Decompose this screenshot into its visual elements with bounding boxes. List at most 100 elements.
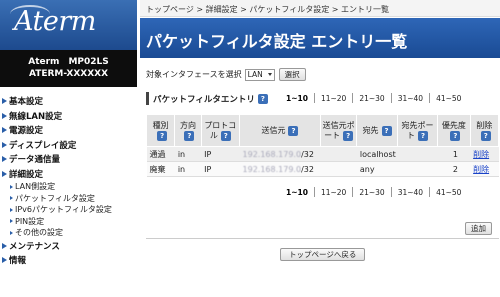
help-icon[interactable]: ? xyxy=(418,130,429,141)
col-header-protocol: プロトコル? xyxy=(200,114,241,147)
pager-link[interactable]: 31~40 xyxy=(390,93,429,103)
table-row: 廃棄 in IP 192.168.179.0/32 any 2 削除 xyxy=(146,161,499,177)
model-name: Aterm MP02LS ATERM-XXXXXX xyxy=(0,50,137,87)
source-address: 192.168.179.0 xyxy=(242,149,302,159)
col-header-destination: 宛先? xyxy=(356,114,398,147)
help-icon[interactable]: ? xyxy=(343,130,354,141)
logo-text: Aterm xyxy=(14,6,96,37)
sidebar-item-maintenance[interactable]: メンテナンス xyxy=(0,239,137,254)
col-header-source-port: 送信元ポート? xyxy=(319,114,358,147)
help-icon[interactable]: ? xyxy=(381,125,392,136)
interface-selector-row: 対象インタフェースを選択 LAN 選択 xyxy=(146,68,306,81)
col-header-destination-port: 宛先ポート? xyxy=(396,114,439,147)
help-icon[interactable]: ? xyxy=(184,130,195,141)
help-icon[interactable]: ? xyxy=(257,93,268,104)
pager-link[interactable]: 21~30 xyxy=(352,187,390,197)
divider xyxy=(146,238,499,239)
help-icon[interactable]: ? xyxy=(288,125,299,136)
pager-link[interactable]: 41~50 xyxy=(429,93,467,103)
cell-source: 192.168.179.0/32 xyxy=(239,146,321,162)
pager-link[interactable]: 41~50 xyxy=(429,187,467,197)
delete-link[interactable]: 削除 xyxy=(473,165,489,174)
sidebar-item-basic[interactable]: 基本設定 xyxy=(0,94,137,109)
sidebar-subitem-other[interactable]: その他の設定 xyxy=(0,227,137,239)
sidebar: Aterm Aterm MP02LS ATERM-XXXXXX 基本設定 無線L… xyxy=(0,0,137,297)
cell-source: 192.168.179.0/32 xyxy=(239,161,321,177)
help-icon[interactable]: ? xyxy=(450,130,461,141)
cell-type: 廃棄 xyxy=(146,161,175,177)
cell-source-port xyxy=(320,161,357,177)
help-icon[interactable]: ? xyxy=(480,130,491,141)
delete-link[interactable]: 削除 xyxy=(473,150,489,159)
pager-link[interactable]: 1~10 xyxy=(280,93,314,103)
logo: Aterm xyxy=(0,0,137,50)
sidebar-subitem-label: IPv6パケットフィルタ設定 xyxy=(15,205,112,215)
chevron-down-icon xyxy=(267,73,272,76)
arrow-right-icon xyxy=(2,141,7,148)
col-header-priority: 優先度? xyxy=(437,114,471,147)
table-header-row: 種別? 方向? プロトコル? 送信元? 送信元ポート? 宛先? 宛先ポート? 優… xyxy=(145,114,500,147)
col-header-delete: 削除? xyxy=(469,114,500,147)
help-icon[interactable]: ? xyxy=(220,130,231,141)
source-address: 192.168.179.0 xyxy=(242,164,302,174)
sidebar-item-power[interactable]: 電源設定 xyxy=(0,123,137,138)
source-mask: /32 xyxy=(301,164,314,174)
sidebar-item-display[interactable]: ディスプレイ設定 xyxy=(0,138,137,153)
sidebar-item-label: ディスプレイ設定 xyxy=(9,140,77,151)
col-header-source: 送信元? xyxy=(239,114,321,147)
pager-link[interactable]: 11~20 xyxy=(313,187,352,197)
entry-table: 種別? 方向? プロトコル? 送信元? 送信元ポート? 宛先? 宛先ポート? 優… xyxy=(145,114,500,177)
sidebar-item-label: 電源設定 xyxy=(9,126,44,137)
sidebar-item-info[interactable]: 情報 xyxy=(0,253,137,268)
cell-destination: localhost xyxy=(356,146,398,162)
cell-priority: 2 xyxy=(437,161,471,177)
cell-destination-port xyxy=(397,146,438,162)
help-icon[interactable]: ? xyxy=(157,130,168,141)
arrow-right-icon xyxy=(2,112,7,119)
arrow-right-icon xyxy=(2,257,7,264)
pager-link[interactable]: 21~30 xyxy=(352,93,390,103)
add-button[interactable]: 追加 xyxy=(465,222,492,235)
sidebar-item-data-usage[interactable]: データ通信量 xyxy=(0,152,137,167)
arrow-right-icon xyxy=(2,98,7,105)
back-to-top-button[interactable]: トップページへ戻る xyxy=(280,248,366,261)
sidebar-subitem-label: その他の設定 xyxy=(15,228,63,238)
cell-direction: in xyxy=(174,161,202,177)
cell-protocol: IP xyxy=(201,161,240,177)
bullet-icon xyxy=(10,207,13,212)
source-mask: /32 xyxy=(301,149,314,159)
sidebar-subitem-label: PIN設定 xyxy=(15,216,45,226)
sidebar-subitem-lan[interactable]: LAN側設定 xyxy=(0,181,137,193)
sidebar-item-label: 無線LAN設定 xyxy=(9,111,63,122)
pager-link[interactable]: 11~20 xyxy=(313,93,352,103)
cell-delete: 削除 xyxy=(470,146,499,162)
pager-link[interactable]: 1~10 xyxy=(280,187,314,197)
sidebar-item-wireless-lan[interactable]: 無線LAN設定 xyxy=(0,109,137,124)
sidebar-subitem-label: パケットフィルタ設定 xyxy=(15,193,95,203)
table-row: 通過 in IP 192.168.179.0/32 localhost 1 削除 xyxy=(146,146,499,162)
cell-destination-port xyxy=(397,161,438,177)
sidebar-subitem-pin[interactable]: PIN設定 xyxy=(0,216,137,228)
pager-bottom: 1~10 11~20 21~30 31~40 41~50 xyxy=(280,187,467,197)
sidebar-item-label: データ通信量 xyxy=(9,155,61,166)
bullet-icon xyxy=(10,219,13,224)
cell-source-port xyxy=(320,146,357,162)
sidebar-subitem-label: LAN側設定 xyxy=(15,182,56,192)
pager-link[interactable]: 31~40 xyxy=(390,187,429,197)
bullet-icon xyxy=(10,230,13,235)
sidebar-subitem-ipv6-packet-filter[interactable]: IPv6パケットフィルタ設定 xyxy=(0,204,137,216)
main-content: トップページ > 詳細設定 > パケットフィルタ設定 > エントリ一覧 パケット… xyxy=(140,0,500,297)
col-header-direction: 方向? xyxy=(174,114,202,147)
arrow-right-icon xyxy=(2,156,7,163)
sidebar-subitem-packet-filter[interactable]: パケットフィルタ設定 xyxy=(0,193,137,205)
section-title-text: パケットフィルタエントリ xyxy=(153,94,255,105)
sidebar-item-advanced[interactable]: 詳細設定 xyxy=(0,167,137,182)
cell-delete: 削除 xyxy=(470,161,499,177)
page-title: パケットフィルタ設定 エントリ一覧 xyxy=(140,18,500,58)
arrow-right-icon xyxy=(2,170,7,177)
select-button[interactable]: 選択 xyxy=(278,68,306,81)
interface-select[interactable]: LAN xyxy=(244,68,275,81)
interface-label: 対象インタフェースを選択 xyxy=(146,70,242,79)
cell-direction: in xyxy=(174,146,202,162)
sidebar-item-label: 基本設定 xyxy=(9,97,44,108)
